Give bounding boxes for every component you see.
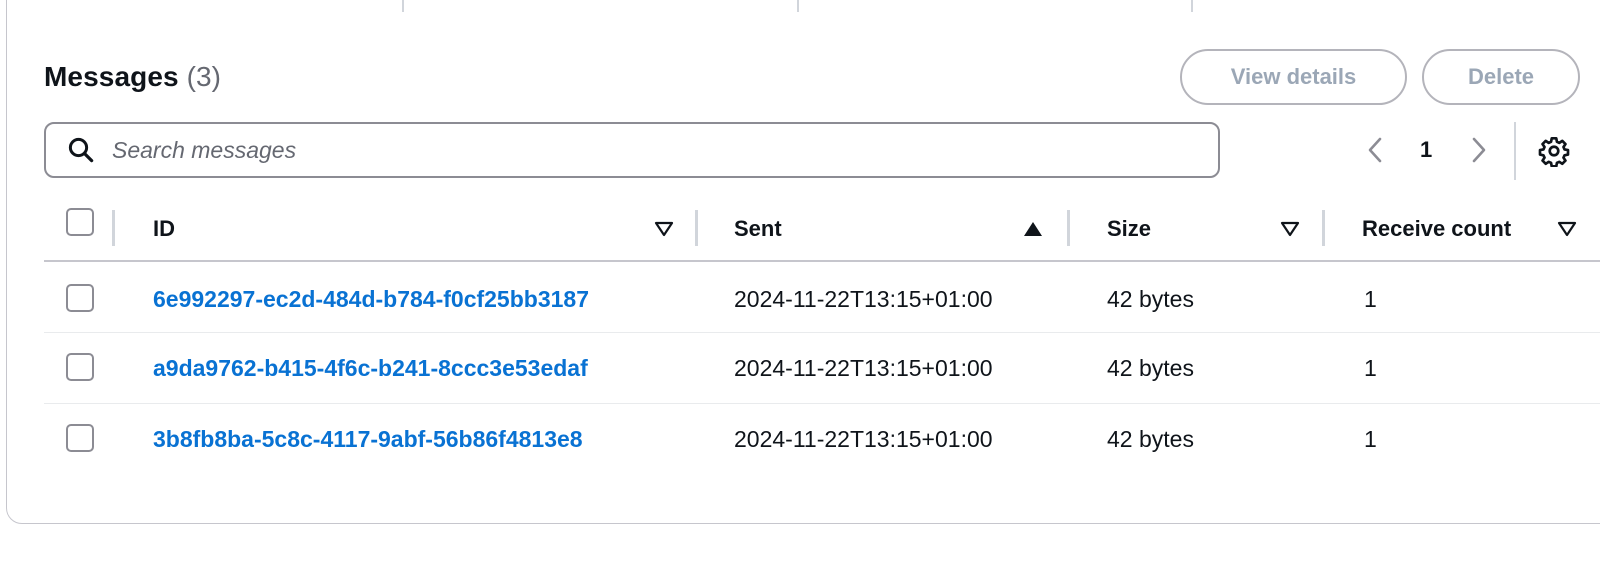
- table-row[interactable]: 3b8fb8ba-5c8c-4117-9abf-56b86f4813e8 202…: [44, 404, 1600, 475]
- column-header-receive-count[interactable]: Receive count: [1362, 213, 1511, 245]
- message-id-link[interactable]: a9da9762-b415-4f6c-b241-8ccc3e53edaf: [153, 353, 588, 383]
- table-row[interactable]: 6e992297-ec2d-484d-b784-f0cf25bb3187 202…: [44, 262, 1600, 333]
- column-separator[interactable]: [695, 210, 698, 246]
- sort-caret-outline-icon[interactable]: [1279, 218, 1301, 240]
- gear-icon[interactable]: [1538, 135, 1570, 167]
- message-id-link[interactable]: 6e992297-ec2d-484d-b784-f0cf25bb3187: [153, 284, 589, 314]
- row-checkbox[interactable]: [66, 284, 94, 312]
- search-input[interactable]: [112, 136, 1112, 164]
- sent-cell: 2024-11-22T13:15+01:00: [734, 426, 993, 452]
- row-checkbox[interactable]: [66, 353, 94, 381]
- sent-cell: 2024-11-22T13:15+01:00: [734, 286, 993, 312]
- search-icon: [68, 137, 94, 163]
- column-header-sent[interactable]: Sent: [734, 213, 782, 245]
- message-count: (3): [186, 61, 222, 92]
- top-divider: [797, 0, 799, 12]
- sort-caret-outline-icon[interactable]: [653, 218, 675, 240]
- message-id-link[interactable]: 3b8fb8ba-5c8c-4117-9abf-56b86f4813e8: [153, 424, 583, 454]
- page-title: Messages (3): [44, 59, 221, 95]
- top-divider: [402, 0, 404, 12]
- pager-divider: [1514, 122, 1516, 180]
- title-text: Messages: [44, 61, 179, 92]
- search-box[interactable]: [44, 122, 1220, 178]
- delete-button[interactable]: Delete: [1422, 49, 1580, 105]
- top-divider: [1191, 0, 1193, 12]
- row-checkbox[interactable]: [66, 424, 94, 452]
- select-all-checkbox[interactable]: [66, 208, 94, 236]
- current-page-number[interactable]: 1: [1420, 136, 1432, 164]
- column-header-size[interactable]: Size: [1107, 213, 1151, 245]
- size-cell: 42 bytes: [1107, 355, 1194, 381]
- receive-count-cell: 1: [1364, 286, 1377, 312]
- column-separator[interactable]: [1322, 210, 1325, 246]
- receive-count-cell: 1: [1364, 355, 1377, 381]
- view-details-button[interactable]: View details: [1180, 49, 1407, 105]
- size-cell: 42 bytes: [1107, 426, 1194, 452]
- messages-table: ID Sent Size Receive count 6e992297-ec2d…: [44, 198, 1600, 475]
- table-header: ID Sent Size Receive count: [44, 198, 1600, 262]
- sort-caret-outline-icon[interactable]: [1556, 218, 1578, 240]
- chevron-right-icon[interactable]: [1466, 133, 1492, 167]
- table-row[interactable]: a9da9762-b415-4f6c-b241-8ccc3e53edaf 202…: [44, 333, 1600, 404]
- column-separator[interactable]: [1067, 210, 1070, 246]
- chevron-left-icon[interactable]: [1362, 133, 1388, 167]
- column-separator: [112, 210, 115, 246]
- table-body: 6e992297-ec2d-484d-b784-f0cf25bb3187 202…: [44, 262, 1600, 475]
- size-cell: 42 bytes: [1107, 286, 1194, 312]
- column-header-id[interactable]: ID: [153, 213, 175, 245]
- sent-cell: 2024-11-22T13:15+01:00: [734, 355, 993, 381]
- receive-count-cell: 1: [1364, 426, 1377, 452]
- sort-caret-filled-up-icon[interactable]: [1022, 218, 1044, 240]
